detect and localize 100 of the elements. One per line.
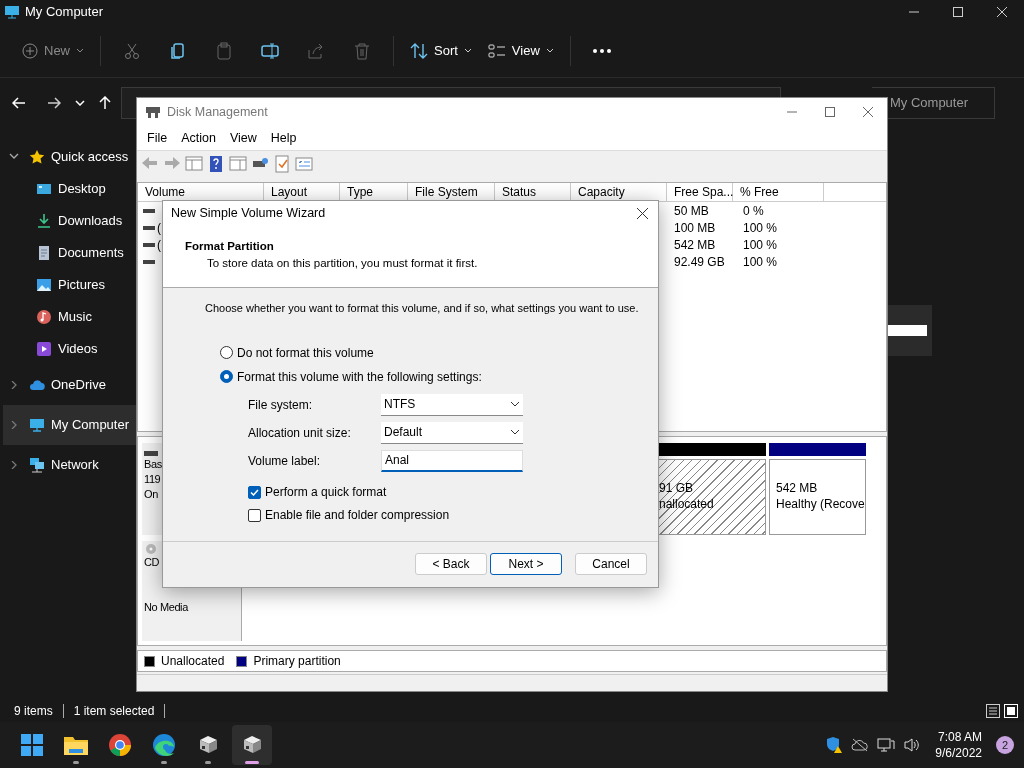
input-field[interactable]: Anal (381, 449, 523, 472)
disk-management-icon (145, 105, 161, 119)
sidebar-item[interactable]: Documents (0, 237, 136, 269)
radio-button[interactable] (220, 346, 233, 359)
picture-icon (36, 277, 52, 293)
sidebar-item[interactable]: My Computer (3, 405, 136, 445)
forward-icon[interactable] (47, 97, 61, 109)
wizard-button[interactable]: Next > (490, 552, 562, 575)
check-icon (250, 488, 259, 496)
section-description: To store data on this partition, you must format it first. (206, 256, 479, 272)
more-icon[interactable] (592, 48, 611, 53)
sidebar-item[interactable]: Quick access (0, 141, 136, 173)
network-icon (29, 457, 45, 473)
partition-block[interactable]: 542 MB Healthy (Recove (769, 459, 866, 535)
close-icon[interactable] (637, 208, 648, 219)
tiles-view-icon[interactable] (1004, 704, 1018, 718)
caret-icon[interactable] (75, 100, 85, 106)
list-view-icon (487, 43, 506, 58)
computer-icon (29, 417, 45, 433)
disk-label: CD (144, 555, 161, 570)
delete-icon[interactable] (353, 41, 371, 60)
up-icon[interactable] (99, 96, 111, 110)
sidebar-item[interactable]: OneDrive (0, 365, 136, 405)
partition-block[interactable]: 91 GB nallocated (658, 459, 766, 535)
radio-button[interactable] (220, 370, 233, 383)
column-header[interactable]: Free Spa... (667, 183, 733, 201)
start-icon[interactable] (19, 732, 45, 758)
volume-icon (143, 258, 155, 265)
copy-icon[interactable] (169, 41, 187, 60)
wizard-button[interactable]: < Back (415, 552, 487, 575)
close-icon[interactable] (863, 107, 873, 117)
computer-icon (4, 5, 20, 19)
sidebar-item[interactable]: Music (0, 301, 136, 333)
checkbox[interactable] (248, 508, 261, 522)
caret-icon (463, 48, 472, 53)
download-icon (36, 213, 52, 229)
table-cell-text: 542 MB (673, 236, 717, 254)
sort-icon (410, 42, 428, 59)
column-header[interactable]: % Free (733, 183, 824, 201)
checklist-icon[interactable] (273, 154, 291, 173)
cloud-icon (29, 377, 45, 393)
shield-icon[interactable] (825, 736, 844, 754)
menu-item[interactable]: File (140, 128, 175, 148)
clock[interactable]: 7:08 AM 9/6/2022 (935, 728, 982, 762)
chevron-right-icon[interactable] (9, 461, 19, 469)
partition-label: 91 GB (659, 480, 694, 496)
checkbox-label: Perform a quick format (265, 484, 387, 501)
sidebar-item[interactable]: Downloads (0, 205, 136, 237)
back-icon[interactable] (12, 97, 26, 109)
partition-label: nallocated (659, 496, 714, 512)
browser-icon[interactable] (107, 732, 133, 758)
sidebar-item[interactable]: Desktop (0, 173, 136, 205)
wizard-button[interactable]: Cancel (575, 552, 647, 575)
sidebar-item[interactable]: Pictures (0, 269, 136, 301)
new-button[interactable]: New (14, 36, 92, 65)
menu-item[interactable]: Action (174, 128, 223, 148)
chevron-down-icon[interactable] (9, 153, 19, 161)
view-button[interactable]: View (479, 36, 562, 65)
chevron-right-icon[interactable] (9, 381, 19, 389)
music-note-icon (36, 309, 52, 325)
browser-icon[interactable] (151, 732, 177, 758)
sidebar-item[interactable]: Videos (0, 333, 136, 365)
window-title: My Computer (25, 3, 104, 22)
network-icon[interactable] (877, 737, 896, 753)
instruction-text: Choose whether you want to format this volume, and if so, what settings you want to use. (205, 301, 640, 316)
speaker-icon[interactable] (903, 737, 922, 753)
caret-icon (76, 48, 84, 53)
sidebar-item[interactable]: Network (0, 445, 136, 485)
menu-item[interactable]: View (222, 128, 264, 148)
checkbox[interactable] (248, 485, 261, 499)
table-cell-text: 100 % (742, 219, 778, 237)
maximize-icon[interactable] (825, 107, 835, 117)
cd-icon (144, 543, 158, 555)
partition-label: 542 MB (776, 480, 818, 496)
menu-item[interactable]: Help (263, 128, 304, 148)
cloud-off-icon[interactable] (851, 738, 870, 752)
document-icon (36, 245, 52, 261)
selection-count: 1 item selected (73, 703, 155, 720)
dropdown[interactable]: Default (381, 421, 523, 444)
clock-date: 9/6/2022 (935, 745, 982, 762)
video-icon (36, 341, 52, 357)
sort-button[interactable]: Sort (402, 36, 480, 65)
notification-badge[interactable]: 2 (996, 736, 1014, 754)
table-cell-text: 0 % (742, 202, 764, 220)
help-icon[interactable] (207, 154, 225, 173)
caret-icon (545, 48, 554, 53)
field-label: Allocation unit size: (248, 424, 352, 442)
field-label: File system: (248, 396, 313, 414)
window-title: Disk Management (167, 103, 268, 121)
legend-label: Primary partition (253, 653, 341, 670)
rename-icon[interactable] (261, 41, 279, 60)
dropdown[interactable]: NTFS (381, 393, 523, 416)
table-cell-text: ( (157, 236, 161, 254)
chevron-right-icon[interactable] (9, 421, 19, 429)
disk-label: 119 (144, 472, 162, 487)
cut-icon[interactable] (123, 41, 141, 60)
star-icon (29, 149, 45, 165)
table-cell-text: 92.49 GB (673, 253, 726, 271)
table-cell-text: 100 % (742, 236, 778, 254)
details-view-icon[interactable] (986, 704, 1000, 718)
